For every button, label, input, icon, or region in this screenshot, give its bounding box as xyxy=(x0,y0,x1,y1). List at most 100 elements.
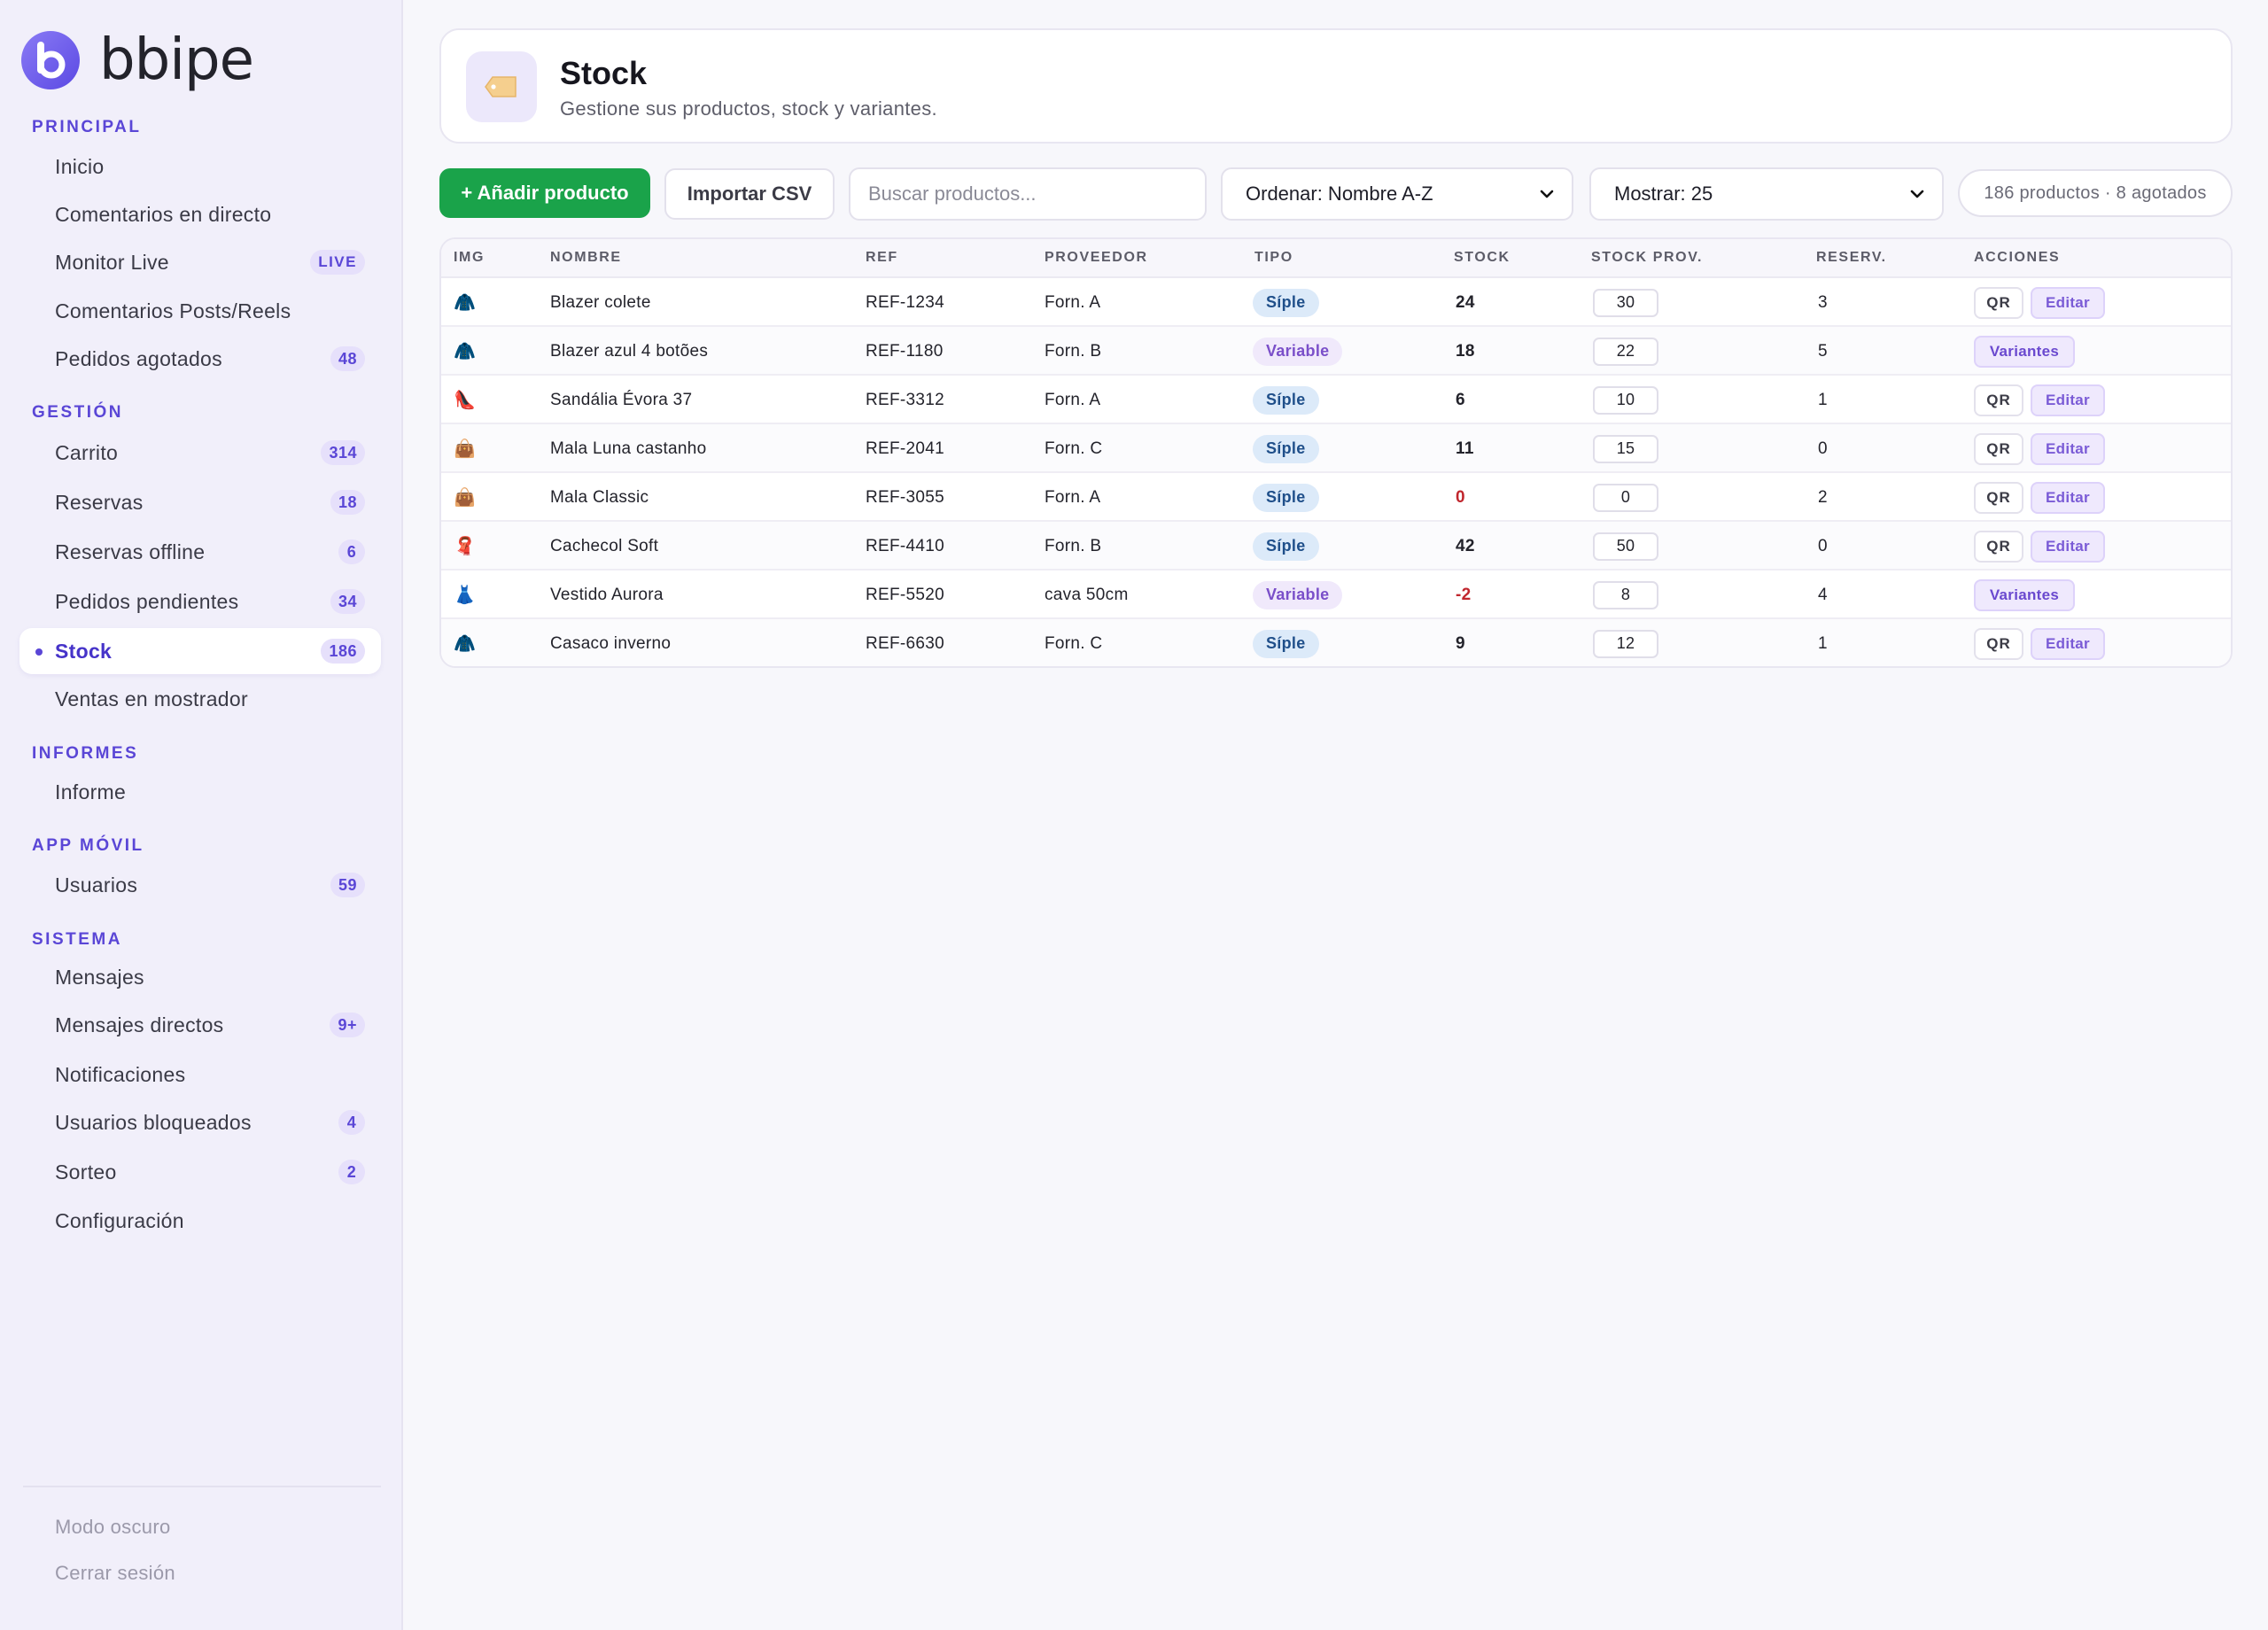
page-size-select[interactable]: Mostrar: 25 xyxy=(1589,167,1944,221)
sidebar-item-informe[interactable]: Informe xyxy=(19,769,381,815)
qr-button[interactable]: QR xyxy=(1974,286,2023,319)
variants-button[interactable]: Variantes xyxy=(1974,335,2075,368)
edit-button[interactable]: Editar xyxy=(2031,384,2105,416)
stock-prov-input[interactable]: 8 xyxy=(1593,580,1658,609)
product-thumbnail-icon: 🧥 xyxy=(454,342,477,361)
count-badge: 4 xyxy=(338,1110,365,1135)
count-badge: 186 xyxy=(321,639,365,664)
sidebar-item-pedidos-agotados[interactable]: Pedidos agotados 48 xyxy=(19,336,381,382)
column-header-actions[interactable]: ACCIONES xyxy=(1974,250,2060,266)
sidebar-item-reservas[interactable]: Reservas 18 xyxy=(19,479,381,525)
count-badge: 34 xyxy=(330,589,365,614)
variants-button[interactable]: Variantes xyxy=(1974,578,2075,611)
brand-name: bbipe xyxy=(99,27,254,93)
sidebar-item-usuarios-bloqueados[interactable]: Usuarios bloqueados 4 xyxy=(19,1099,381,1145)
add-product-button[interactable]: + Añadir producto xyxy=(439,168,650,218)
stock-prov-input[interactable]: 50 xyxy=(1593,532,1658,561)
table-row[interactable]: 👗 Vestido Aurora REF-5520 cava 50cm Variable… xyxy=(441,570,2231,619)
column-header-img[interactable]: IMG xyxy=(454,250,485,266)
table-row[interactable]: 🧣 Cachecol Soft REF-4410 Forn. B Síple 42 50 0 Q… xyxy=(441,522,2231,570)
page-subtitle: Gestione sus productos, stock y variante… xyxy=(560,97,937,120)
stock-prov-input[interactable]: 12 xyxy=(1593,629,1658,658)
sidebar-item-sorteo[interactable]: Sorteo 2 xyxy=(19,1149,381,1195)
brand-logo[interactable]: bbipe xyxy=(21,27,254,93)
column-header-type[interactable]: TIPO xyxy=(1254,250,1293,266)
row-actions: Variantes xyxy=(1974,327,2075,376)
product-type-cell: Síple xyxy=(1253,278,1319,327)
product-supplier: Forn. A xyxy=(1045,390,1101,409)
sidebar-item-configuración[interactable]: Configuración xyxy=(19,1198,381,1244)
product-type-badge: Variable xyxy=(1253,580,1343,609)
dark-mode-toggle[interactable]: Modo oscuro xyxy=(55,1516,170,1539)
page-header: Stock Gestione sus productos, stock y va… xyxy=(439,28,2233,144)
table-row[interactable]: 👜 Mala Classic REF-3055 Forn. A Síple 0 0 2 QR Ed… xyxy=(441,473,2231,522)
qr-button[interactable]: QR xyxy=(1974,481,2023,514)
sidebar-item-carrito[interactable]: Carrito 314 xyxy=(19,430,381,476)
stock-value: 11 xyxy=(1456,439,1474,458)
column-header-ref[interactable]: REF xyxy=(866,250,898,266)
sidebar-item-ventas-en-mostrador[interactable]: Ventas en mostrador xyxy=(19,676,381,722)
product-supplier: Forn. B xyxy=(1045,341,1102,361)
product-supplier: Forn. C xyxy=(1045,439,1103,458)
sidebar-item-reservas-offline[interactable]: Reservas offline 6 xyxy=(19,529,381,575)
edit-button[interactable]: Editar xyxy=(2031,432,2105,465)
stock-prov-cell: 15 xyxy=(1593,424,1658,473)
sidebar-item-label: Comentarios en directo xyxy=(55,202,272,226)
sidebar-item-label: Reservas xyxy=(55,490,144,514)
row-actions: QR Editar xyxy=(1974,376,2105,424)
sidebar-item-label: Stock xyxy=(55,639,113,663)
edit-button[interactable]: Editar xyxy=(2031,286,2105,319)
qr-button[interactable]: QR xyxy=(1974,627,2023,660)
import-csv-button[interactable]: Importar CSV xyxy=(664,168,835,220)
table-row[interactable]: 🧥 Blazer colete REF-1234 Forn. A Síple 24 30 3 Q… xyxy=(441,278,2231,327)
sidebar-item-notificaciones[interactable]: Notificaciones xyxy=(19,1052,381,1098)
product-supplier: Forn. C xyxy=(1045,633,1103,653)
row-actions: QR Editar xyxy=(1974,424,2105,473)
active-dot-icon xyxy=(35,648,43,656)
column-header-name[interactable]: NOMBRE xyxy=(550,250,622,266)
sidebar-item-usuarios[interactable]: Usuarios 59 xyxy=(19,862,381,908)
edit-button[interactable]: Editar xyxy=(2031,530,2105,563)
stock-value: 0 xyxy=(1456,487,1465,507)
qr-button[interactable]: QR xyxy=(1974,384,2023,416)
reserved-count: 0 xyxy=(1818,439,1828,458)
sidebar: bbipe PRINCIPAL Inicio Comentarios en dire… xyxy=(0,0,403,1630)
product-name: Blazer azul 4 botões xyxy=(550,341,709,361)
stock-prov-input[interactable]: 30 xyxy=(1593,288,1658,317)
sidebar-item-pedidos-pendientes[interactable]: Pedidos pendientes 34 xyxy=(19,578,381,625)
nav-section-title: GESTIÓN xyxy=(32,403,124,422)
sidebar-item-comentarios-posts-reels[interactable]: Comentarios Posts/Reels xyxy=(19,288,381,334)
column-header-reserved[interactable]: RESERV. xyxy=(1816,250,1887,266)
table-row[interactable]: 🧥 Casaco inverno REF-6630 Forn. C Síple 9 12 1 Q… xyxy=(441,619,2231,666)
sidebar-item-inicio[interactable]: Inicio xyxy=(19,144,381,190)
sidebar-item-mensajes[interactable]: Mensajes xyxy=(19,954,381,1000)
sidebar-item-monitor-live[interactable]: Monitor Live LIVE xyxy=(19,239,381,285)
column-header-supplier[interactable]: PROVEEDOR xyxy=(1045,250,1148,266)
table-row[interactable]: 👜 Mala Luna castanho REF-2041 Forn. C Síple 1… xyxy=(441,424,2231,473)
column-header-stock[interactable]: STOCK xyxy=(1454,250,1511,266)
qr-button[interactable]: QR xyxy=(1974,530,2023,563)
product-type-cell: Variable xyxy=(1253,327,1343,376)
edit-button[interactable]: Editar xyxy=(2031,481,2105,514)
stock-prov-input[interactable]: 10 xyxy=(1593,385,1658,415)
product-supplier: cava 50cm xyxy=(1045,585,1129,604)
edit-button[interactable]: Editar xyxy=(2031,627,2105,660)
table-row[interactable]: 👠 Sandália Évora 37 REF-3312 Forn. A Síple 6 1… xyxy=(441,376,2231,424)
stock-prov-cell: 8 xyxy=(1593,570,1658,619)
sidebar-item-label: Informe xyxy=(55,780,127,803)
table-row[interactable]: 🧥 Blazer azul 4 botões REF-1180 Forn. B Vari… xyxy=(441,327,2231,376)
count-badge: 314 xyxy=(321,440,365,465)
sidebar-item-comentarios-en-directo[interactable]: Comentarios en directo xyxy=(19,191,381,237)
sidebar-item-stock[interactable]: Stock 186 xyxy=(19,628,381,674)
stock-value: 18 xyxy=(1456,341,1475,361)
stock-prov-input[interactable]: 0 xyxy=(1593,483,1658,512)
logout-button[interactable]: Cerrar sesión xyxy=(55,1562,175,1585)
product-ref: REF-3312 xyxy=(866,390,944,409)
search-input[interactable] xyxy=(849,167,1207,221)
qr-button[interactable]: QR xyxy=(1974,432,2023,465)
stock-prov-input[interactable]: 15 xyxy=(1593,434,1658,463)
stock-prov-input[interactable]: 22 xyxy=(1593,337,1658,366)
sidebar-item-mensajes-directos[interactable]: Mensajes directos 9+ xyxy=(19,1002,381,1048)
sort-select[interactable]: Ordenar: Nombre A-Z xyxy=(1221,167,1573,221)
column-header-stock-prov[interactable]: STOCK PROV. xyxy=(1591,250,1703,266)
